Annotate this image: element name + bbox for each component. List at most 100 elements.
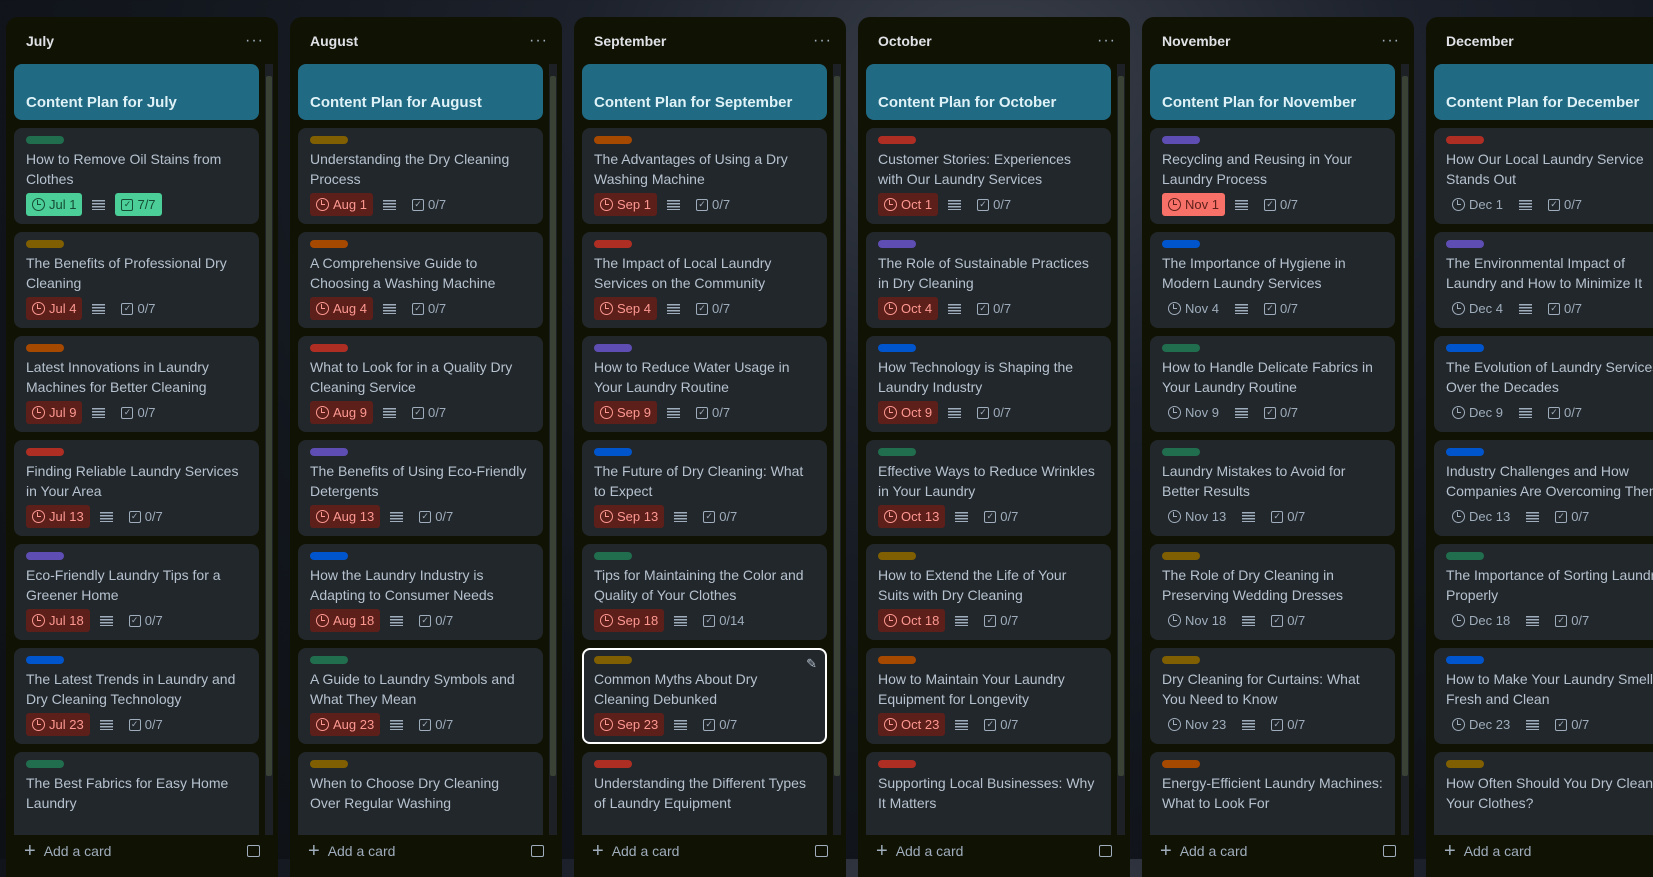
header-card[interactable]: Content Plan for December (1434, 64, 1653, 120)
card-label[interactable] (26, 656, 64, 664)
card-label[interactable] (1446, 240, 1484, 248)
due-date-badge[interactable]: Oct 13 (878, 505, 946, 528)
card[interactable]: The Latest Trends in Laundry and Dry Cle… (14, 648, 259, 744)
card[interactable]: Eco-Friendly Laundry Tips for a Greener … (14, 544, 259, 640)
add-card-button[interactable]: + Add a card (876, 840, 963, 863)
header-card[interactable]: Content Plan for November (1150, 64, 1395, 120)
card-label[interactable] (1446, 344, 1484, 352)
header-card[interactable]: Content Plan for July (14, 64, 259, 120)
card-label[interactable] (1162, 760, 1200, 768)
list-title[interactable]: November (1162, 33, 1230, 49)
card-label[interactable] (878, 552, 916, 560)
card-label[interactable] (310, 448, 348, 456)
scrollbar-thumb[interactable] (834, 76, 840, 776)
header-card[interactable]: Content Plan for October (866, 64, 1111, 120)
due-date-badge[interactable]: Dec 4 (1446, 297, 1509, 320)
card[interactable]: How Our Local Laundry Service Stands Out… (1434, 128, 1653, 224)
header-card[interactable]: Content Plan for September (582, 64, 827, 120)
card[interactable]: The Evolution of Laundry Services Over t… (1434, 336, 1653, 432)
card[interactable]: The Role of Sustainable Practices in Dry… (866, 232, 1111, 328)
card[interactable]: How to Make Your Laundry Smell Fresh and… (1434, 648, 1653, 744)
card[interactable]: The Benefits of Professional Dry Cleanin… (14, 232, 259, 328)
card-label[interactable] (594, 136, 632, 144)
card[interactable]: Supporting Local Businesses: Why It Matt… (866, 752, 1111, 835)
card-label[interactable] (310, 240, 348, 248)
card-label[interactable] (594, 240, 632, 248)
template-icon[interactable] (1383, 845, 1396, 857)
due-date-badge[interactable]: Jul 18 (26, 609, 90, 632)
card[interactable]: The Importance of Hygiene in Modern Laun… (1150, 232, 1395, 328)
due-date-badge[interactable]: Nov 23 (1162, 713, 1232, 736)
scrollbar[interactable] (833, 64, 841, 835)
list-title[interactable]: July (26, 33, 54, 49)
card-label[interactable] (1162, 136, 1200, 144)
scrollbar[interactable] (1117, 64, 1125, 835)
card[interactable]: Industry Challenges and How Companies Ar… (1434, 440, 1653, 536)
header-card[interactable]: Content Plan for August (298, 64, 543, 120)
scrollbar-thumb[interactable] (550, 76, 556, 776)
due-date-badge[interactable]: Sep 1 (594, 193, 657, 216)
scrollbar[interactable] (1401, 64, 1409, 835)
due-date-badge[interactable]: Oct 23 (878, 713, 946, 736)
due-date-badge[interactable]: Aug 9 (310, 401, 373, 424)
card-label[interactable] (878, 136, 916, 144)
add-card-button[interactable]: + Add a card (1160, 840, 1247, 863)
card-label[interactable] (1446, 656, 1484, 664)
template-icon[interactable] (1099, 845, 1112, 857)
card[interactable]: How to Extend the Life of Your Suits wit… (866, 544, 1111, 640)
due-date-badge[interactable]: Aug 13 (310, 505, 381, 528)
card-label[interactable] (1446, 448, 1484, 456)
more-icon[interactable]: ··· (1381, 32, 1400, 50)
card-label[interactable] (26, 344, 64, 352)
card-label[interactable] (26, 760, 64, 768)
list-title[interactable]: August (310, 33, 358, 49)
due-date-badge[interactable]: Aug 4 (310, 297, 373, 320)
card[interactable]: Recycling and Reusing in Your Laundry Pr… (1150, 128, 1395, 224)
card[interactable]: The Environmental Impact of Laundry and … (1434, 232, 1653, 328)
card[interactable]: The Benefits of Using Eco-Friendly Deter… (298, 440, 543, 536)
card-label[interactable] (310, 344, 348, 352)
card[interactable]: The Role of Dry Cleaning in Preserving W… (1150, 544, 1395, 640)
card[interactable]: Understanding the Different Types of Lau… (582, 752, 827, 835)
card-label[interactable] (26, 448, 64, 456)
card[interactable]: How the Laundry Industry is Adapting to … (298, 544, 543, 640)
card[interactable]: The Future of Dry Cleaning: What to Expe… (582, 440, 827, 536)
card[interactable]: Dry Cleaning for Curtains: What You Need… (1150, 648, 1395, 744)
template-icon[interactable] (531, 845, 544, 857)
add-card-button[interactable]: + Add a card (308, 840, 395, 863)
due-date-badge[interactable]: Nov 18 (1162, 609, 1232, 632)
due-date-badge[interactable]: Nov 9 (1162, 401, 1225, 424)
list-title[interactable]: October (878, 33, 932, 49)
card[interactable]: How Technology is Shaping the Laundry In… (866, 336, 1111, 432)
card[interactable]: When to Choose Dry Cleaning Over Regular… (298, 752, 543, 835)
card[interactable]: Customer Stories: Experiences with Our L… (866, 128, 1111, 224)
card-label[interactable] (310, 552, 348, 560)
due-date-badge[interactable]: Oct 9 (878, 401, 939, 424)
card[interactable]: What to Look for in a Quality Dry Cleani… (298, 336, 543, 432)
card[interactable]: The Advantages of Using a Dry Washing Ma… (582, 128, 827, 224)
due-date-badge[interactable]: Dec 9 (1446, 401, 1509, 424)
card[interactable]: How Often Should You Dry Clean Your Clot… (1434, 752, 1653, 835)
due-date-badge[interactable]: Sep 13 (594, 505, 665, 528)
due-date-badge[interactable]: Nov 1 (1162, 193, 1225, 216)
due-date-badge[interactable]: Sep 18 (594, 609, 665, 632)
due-date-badge[interactable]: Dec 1 (1446, 193, 1509, 216)
card-label[interactable] (878, 656, 916, 664)
scrollbar[interactable] (265, 64, 273, 835)
card-label[interactable] (878, 760, 916, 768)
card[interactable]: Energy-Efficient Laundry Machines: What … (1150, 752, 1395, 835)
due-date-badge[interactable]: Dec 23 (1446, 713, 1516, 736)
card-label[interactable] (310, 656, 348, 664)
card[interactable]: The Importance of Sorting Laundry Proper… (1434, 544, 1653, 640)
card[interactable]: How to Remove Oil Stains from Clothes Jul… (14, 128, 259, 224)
list-title[interactable]: September (594, 33, 666, 49)
more-icon[interactable]: ··· (1097, 32, 1116, 50)
card[interactable]: Laundry Mistakes to Avoid for Better Res… (1150, 440, 1395, 536)
card[interactable]: The Impact of Local Laundry Services on … (582, 232, 827, 328)
scrollbar-thumb[interactable] (266, 76, 272, 776)
card-label[interactable] (594, 760, 632, 768)
scrollbar-thumb[interactable] (1402, 76, 1408, 776)
card-label[interactable] (1162, 552, 1200, 560)
due-date-badge[interactable]: Aug 23 (310, 713, 381, 736)
due-date-badge[interactable]: Aug 18 (310, 609, 381, 632)
